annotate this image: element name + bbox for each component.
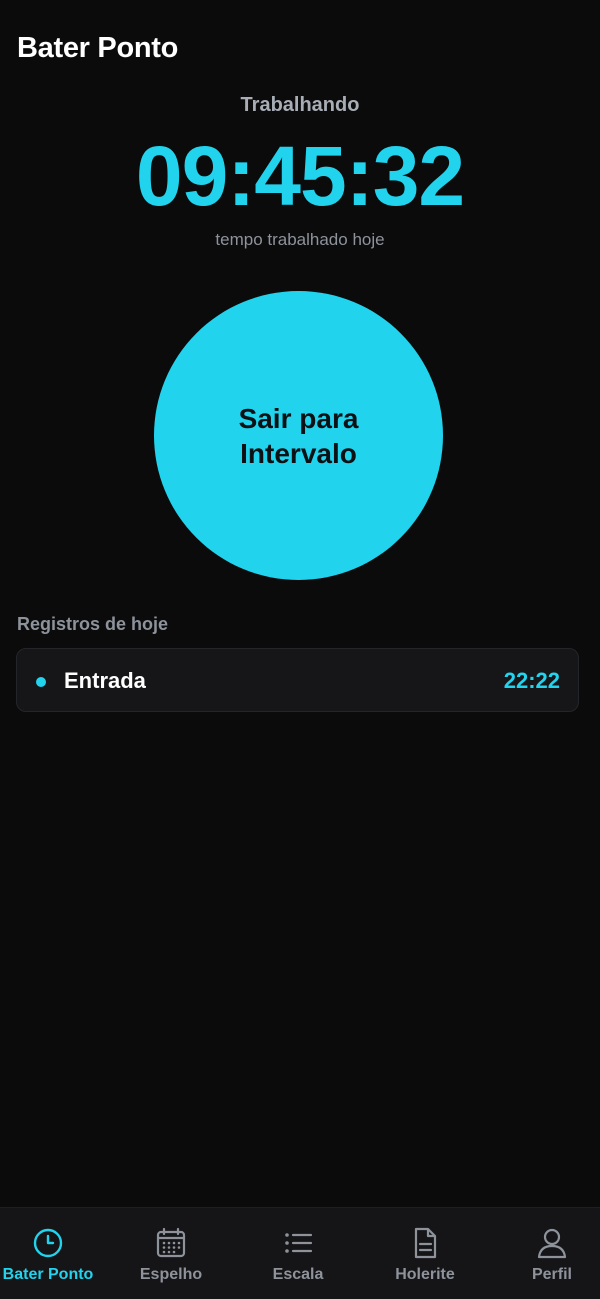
elapsed-time-caption: tempo trabalhado hoje xyxy=(215,230,385,249)
elapsed-time-display: 09:45:32 xyxy=(135,129,465,223)
tab-label: Perfil xyxy=(531,1266,572,1283)
calendar-icon xyxy=(156,1227,186,1258)
tab-label: Holerite xyxy=(395,1266,455,1283)
tab-label: Espelho xyxy=(139,1266,203,1283)
break-out-button-label: Sair para Intervalo xyxy=(238,402,359,469)
records-section-title: Registros de hoje xyxy=(17,614,169,634)
user-icon xyxy=(537,1228,567,1259)
tab-bater-ponto[interactable]: Bater Ponto xyxy=(0,1226,108,1290)
bottom-tab-bar: Bater Ponto Espelho Escala Holerite Perf… xyxy=(0,1207,600,1299)
record-status-dot xyxy=(36,677,46,687)
break-out-button[interactable]: Sair para Intervalo xyxy=(154,291,443,580)
record-time: 22:22 xyxy=(503,668,560,693)
tab-label: Bater Ponto xyxy=(2,1266,94,1283)
list-icon xyxy=(285,1233,313,1253)
tab-holerite[interactable]: Holerite xyxy=(365,1226,485,1290)
page-title: Bater Ponto xyxy=(17,32,179,64)
clock-icon xyxy=(33,1228,63,1258)
record-list-item: Entrada 22:22 xyxy=(16,648,579,712)
record-type: Entrada xyxy=(64,668,146,693)
tab-espelho[interactable]: Espelho xyxy=(111,1226,231,1290)
tab-label: Escala xyxy=(272,1266,324,1283)
work-status-label: Trabalhando xyxy=(240,94,360,116)
tab-perfil[interactable]: Perfil xyxy=(492,1226,600,1290)
document-icon xyxy=(414,1227,437,1259)
tab-escala[interactable]: Escala xyxy=(238,1226,358,1290)
